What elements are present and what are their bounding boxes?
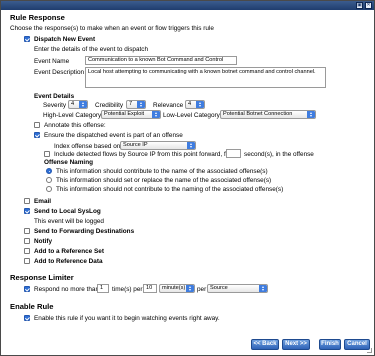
chevron-updown-icon — [137, 101, 145, 108]
enable-rule-label: Enable this rule if you want it to begin… — [34, 315, 220, 322]
chevron-updown-icon — [307, 111, 315, 118]
chevron-updown-icon — [186, 285, 194, 292]
title-bar: ▣ ✕ — [1, 1, 374, 10]
severity-select[interactable]: 4 — [68, 100, 88, 109]
include-flows-seconds-input[interactable] — [226, 149, 241, 158]
resize-grip-icon[interactable] — [367, 348, 372, 353]
offense-naming-title: Offense Naming — [44, 159, 94, 166]
severity-label: Severity — [43, 102, 67, 109]
syslog-label: Send to Local SysLog — [34, 208, 101, 215]
naming-option-radio-3[interactable] — [46, 186, 52, 192]
limiter-checkbox[interactable] — [24, 286, 30, 292]
syslog-note: This event will be logged — [34, 218, 104, 225]
close-icon[interactable]: ✕ — [365, 2, 372, 9]
high-level-category-label: High-Level Category — [43, 112, 102, 119]
section-title-rule-response: Rule Response — [10, 13, 65, 22]
ensure-offense-checkbox[interactable] — [34, 132, 40, 138]
reference-set-checkbox[interactable] — [24, 248, 30, 254]
rule-wizard-window: ▣ ✕ Rule Response Choose the response(s)… — [0, 0, 375, 356]
back-button[interactable]: << Back — [251, 339, 279, 350]
limiter-per-select[interactable]: Source — [207, 284, 268, 293]
reference-set-label: Add to a Reference Set — [34, 248, 104, 255]
naming-option-radio-1[interactable] — [46, 168, 52, 174]
email-label: Email — [34, 198, 52, 205]
dispatch-checkbox[interactable] — [24, 36, 30, 42]
dispatch-label: Dispatch New Event — [34, 36, 96, 43]
chevron-updown-icon — [259, 285, 267, 292]
event-description-textarea[interactable]: Local host attempting to communicating w… — [85, 67, 326, 88]
relevance-label: Relevance — [153, 102, 184, 109]
syslog-checkbox[interactable] — [24, 208, 30, 214]
index-offense-label: Index offense based on — [54, 143, 121, 150]
section-subtitle: Choose the response(s) to make when an e… — [10, 25, 214, 32]
limiter-unit-select[interactable]: minute(s) — [159, 284, 195, 293]
low-level-category-label: Low-Level Category — [163, 112, 220, 119]
event-name-label: Event Name — [34, 58, 70, 65]
annotate-label: Annotate this offense: — [44, 122, 106, 129]
forwarding-checkbox[interactable] — [24, 228, 30, 234]
limiter-period-input[interactable]: 10 — [143, 284, 157, 293]
section-title-response-limiter: Response Limiter — [10, 273, 74, 282]
limiter-label-mid: time(s) per — [112, 286, 143, 293]
relevance-select[interactable]: 4 — [185, 100, 205, 109]
limiter-label-pre: Respond no more than — [34, 286, 100, 293]
high-level-category-select[interactable]: Potential Exploit — [101, 110, 161, 119]
reference-data-checkbox[interactable] — [24, 258, 30, 264]
naming-option-label-3: This information should not contribute t… — [56, 186, 284, 193]
credibility-label: Credibility — [95, 102, 124, 109]
chevron-updown-icon — [187, 142, 195, 149]
enable-rule-checkbox[interactable] — [24, 315, 30, 321]
reference-data-label: Add to Reference Data — [34, 258, 103, 265]
include-flows-label: Include detected flows by Source IP from… — [54, 151, 232, 158]
include-flows-checkbox[interactable] — [44, 151, 50, 157]
notify-label: Notify — [34, 238, 53, 245]
include-flows-suffix: second(s), in the offense — [244, 151, 314, 158]
event-name-input[interactable]: Communication to a known Bot Command and… — [85, 56, 237, 65]
next-button[interactable]: Next >> — [282, 339, 310, 350]
forwarding-label: Send to Forwarding Destinations — [34, 228, 135, 235]
naming-option-label-1: This information should contribute to th… — [56, 168, 268, 175]
index-offense-select[interactable]: Source IP — [120, 141, 196, 150]
ensure-offense-label: Ensure the dispatched event is part of a… — [44, 132, 183, 139]
restore-icon[interactable]: ▣ — [356, 2, 363, 9]
naming-option-radio-2[interactable] — [46, 177, 52, 183]
limiter-per-label: per — [197, 286, 207, 293]
finish-button[interactable]: Finish — [319, 339, 341, 350]
section-title-enable-rule: Enable Rule — [10, 302, 54, 311]
chevron-updown-icon — [152, 111, 160, 118]
low-level-category-select[interactable]: Potential Botnet Connection — [220, 110, 316, 119]
naming-option-label-2: This information should set or replace t… — [56, 177, 272, 184]
annotate-checkbox[interactable] — [34, 122, 40, 128]
event-description-label: Event Description — [34, 69, 85, 76]
chevron-updown-icon — [196, 101, 204, 108]
dispatch-description: Enter the details of the event to dispat… — [34, 46, 149, 53]
chevron-updown-icon — [79, 101, 87, 108]
email-checkbox[interactable] — [24, 198, 30, 204]
credibility-select[interactable]: 7 — [126, 100, 146, 109]
notify-checkbox[interactable] — [24, 238, 30, 244]
limiter-count-input[interactable]: 1 — [97, 284, 109, 293]
